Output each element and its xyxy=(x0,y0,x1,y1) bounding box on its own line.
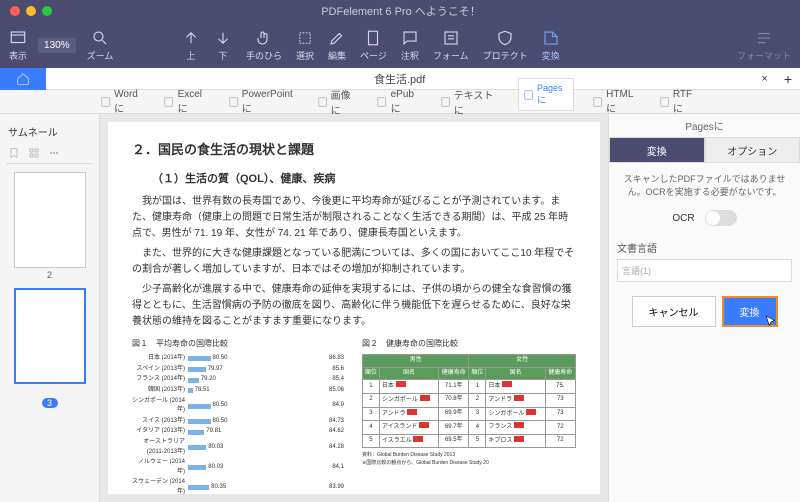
sidebar-title: サムネール xyxy=(6,120,93,143)
cursor-icon xyxy=(764,315,778,329)
new-tab[interactable]: + xyxy=(776,71,800,87)
paragraph: 少子高齢化が進展する中で、健康寿命の延伸を実現するには、子供の頃からの健全な食習… xyxy=(132,282,576,330)
conv-word[interactable]: Wordに xyxy=(100,89,145,115)
lang-label: 文書言語 xyxy=(617,240,792,255)
ocr-message: スキャンしたPDFファイルではありません。OCRを実施する必要がないです。 xyxy=(617,173,792,198)
more-icon[interactable] xyxy=(48,147,60,159)
paragraph: 我が国は、世界有数の長寿国であり、今後更に平均寿命が延びることが予測されています… xyxy=(132,194,576,242)
page-button[interactable]: ページ xyxy=(357,27,390,64)
home-button[interactable] xyxy=(0,68,46,90)
select-button[interactable]: 選択 xyxy=(293,27,317,64)
document-viewport[interactable]: ２．国民の食生活の現状と課題 （１）生活の質（QOL）、健康、疾病 我が国は、世… xyxy=(100,114,608,502)
conv-img[interactable]: 画像に xyxy=(317,87,359,117)
minimize-window[interactable] xyxy=(26,6,36,16)
ocr-toggle[interactable] xyxy=(705,210,737,226)
panel-title: Pagesに xyxy=(609,114,800,137)
note-button[interactable]: 注釈 xyxy=(398,27,422,64)
format-button: フォーマット xyxy=(734,27,794,64)
panel-tab-options[interactable]: オプション xyxy=(705,137,800,163)
edit-button[interactable]: 編集 xyxy=(325,27,349,64)
cancel-button[interactable]: キャンセル xyxy=(632,296,716,327)
thumbnail-3[interactable] xyxy=(14,288,86,384)
fig2-title: 図２ 健康寿命の国際比較 xyxy=(362,338,576,351)
fig1-title: 図１ 平均寿命の国際比較 xyxy=(132,338,346,351)
panel-tab-convert[interactable]: 変換 xyxy=(609,137,705,163)
grid-icon[interactable] xyxy=(28,147,40,159)
form-button[interactable]: フォーム xyxy=(430,27,472,64)
hand-button[interactable]: 手のひら xyxy=(243,27,285,64)
heading-3: （１）生活の質（QOL）、健康、疾病 xyxy=(152,171,576,189)
convert-ok-button[interactable]: 変換 xyxy=(722,296,778,327)
conv-ppt[interactable]: PowerPointに xyxy=(228,89,299,115)
window-title: PDFelement 6 Pro へようこそ！ xyxy=(62,3,740,19)
document-tab[interactable]: 食生活.pdf xyxy=(46,71,753,87)
fig2-source: 資料：Global Burden Disease Study 2013 ※国際比… xyxy=(362,451,576,467)
down-button[interactable]: 下 xyxy=(211,27,235,64)
conv-html[interactable]: HTMLに xyxy=(592,89,641,115)
thumbnail-2[interactable] xyxy=(14,172,86,268)
fig1-chart: 日本 (2014年)80.5086.83スペイン (2013年)79.9785.… xyxy=(132,354,346,494)
conv-epub[interactable]: ePubに xyxy=(376,89,421,115)
up-button[interactable]: 上 xyxy=(179,27,203,64)
convert-button[interactable]: 変換 xyxy=(539,27,563,64)
ocr-label: OCR xyxy=(672,213,694,224)
close-window[interactable] xyxy=(10,6,20,16)
page-num-2: 2 xyxy=(6,270,93,280)
conv-rtf[interactable]: RTFに xyxy=(659,89,700,115)
protect-button[interactable]: プロテクト xyxy=(480,27,531,64)
maximize-window[interactable] xyxy=(42,6,52,16)
paragraph: また、世界的に大きな健康課題となっている肥満については、多くの国においてここ10… xyxy=(132,246,576,278)
conv-excel[interactable]: Excelに xyxy=(163,89,209,115)
conv-pages[interactable]: Pagesに xyxy=(518,78,574,111)
lang-select[interactable]: 言語(1) xyxy=(617,259,792,282)
heading-2: ２．国民の食生活の現状と課題 xyxy=(132,140,576,161)
view-button[interactable]: 表示 xyxy=(6,27,30,64)
page-num-3: 3 xyxy=(42,398,58,408)
close-tab[interactable]: × xyxy=(753,73,775,85)
fig2-table: 男性女性順位国名健康寿命順位国名健康寿命1日本 71.1年1日本 75.2シンガ… xyxy=(362,354,576,448)
zoom-button[interactable]: ズーム xyxy=(84,27,117,64)
bookmark-icon[interactable] xyxy=(8,147,20,159)
zoom-level[interactable]: 130% xyxy=(38,38,76,53)
conv-text[interactable]: テキストに xyxy=(440,87,500,117)
